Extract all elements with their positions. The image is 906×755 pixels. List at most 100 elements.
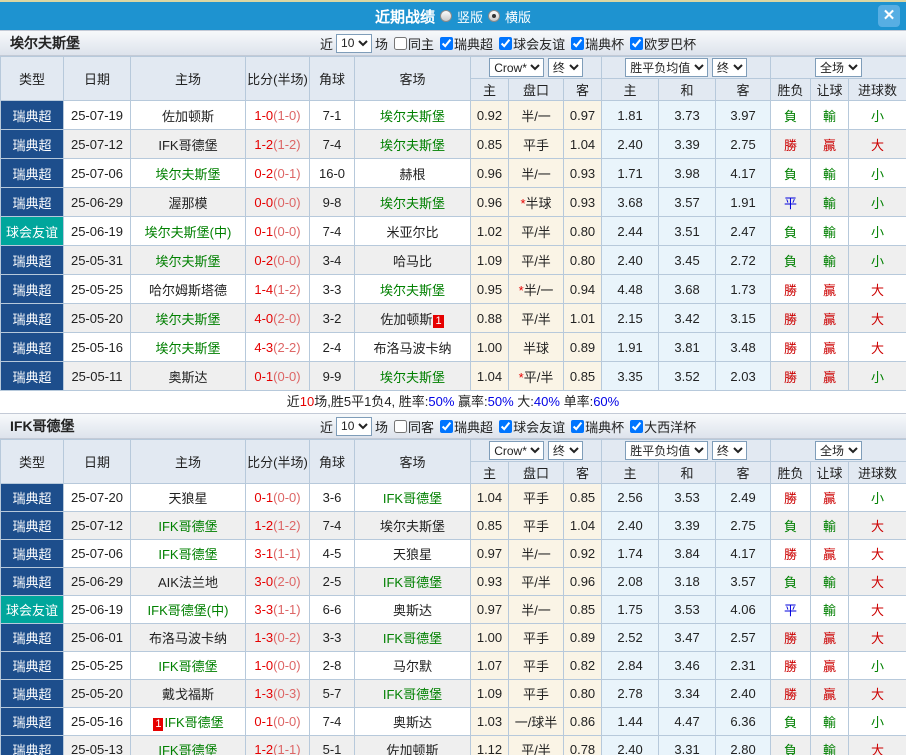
result-wdl-cell: 負 (770, 511, 812, 540)
summary-segment: 60% (593, 394, 620, 409)
avg-source-select[interactable]: 胜平负均值 (625, 58, 709, 77)
scope-select[interactable]: 全场 (815, 58, 863, 77)
odds-away-cell: 0.97 (562, 100, 603, 130)
odds-home-cell: 1.07 (470, 651, 509, 680)
avg-home-cell: 2.08 (601, 567, 660, 596)
section-team-name: 埃尔夫斯堡 (10, 35, 80, 51)
score-cell: 1-3(0-2) (245, 623, 310, 652)
avg-draw-cell: 3.39 (658, 129, 717, 159)
same-venue-checkbox[interactable] (394, 36, 408, 50)
score-cell: 0-1(0-0) (245, 216, 310, 246)
league-filter-checkbox[interactable] (440, 419, 454, 433)
away-team-cell: 马尔默 (354, 651, 471, 680)
col-score: 比分(半场) (245, 439, 310, 484)
result-goals-cell: 小 (848, 100, 906, 130)
home-team-cell: 渥那模 (130, 187, 246, 217)
date-cell: 25-05-11 (63, 361, 131, 391)
scope-group-header: 全场 (770, 56, 906, 79)
team-name: 埃尔夫斯堡 (379, 108, 445, 124)
odds-away-cell: 0.92 (562, 539, 603, 568)
league-cell: 瑞典超 (0, 735, 64, 755)
layout-vertical-label[interactable]: 竖版 (457, 7, 483, 26)
col-away: 客场 (354, 439, 471, 484)
match-row: 瑞典超 25-07-06 IFK哥德堡 3-1(1-1) 4-5 天狼星 0.97 半/一 0.… (0, 539, 906, 568)
avg-final-select[interactable]: 终 (711, 441, 747, 460)
match-row: 瑞典超 25-05-25 IFK哥德堡 1-0(0-0) 2-8 马尔默 1.07 平手 0.8… (0, 651, 906, 680)
league-filter-checkbox[interactable] (499, 419, 513, 433)
odds-final-select[interactable]: 终 (547, 58, 583, 77)
corner-cell: 9-8 (309, 187, 355, 217)
corner-cell: 3-3 (309, 623, 355, 652)
summary-segment: 赢率: (454, 394, 488, 409)
avg-home-cell: 1.74 (601, 539, 660, 568)
corner-cell: 7-1 (309, 100, 355, 130)
near-label: 近 (320, 36, 334, 52)
result-goals-cell: 大 (848, 539, 906, 568)
league-filter-checkbox[interactable] (630, 36, 644, 50)
handicap-line: 平/半 (523, 369, 554, 385)
odds-away-cell: 0.96 (562, 567, 603, 596)
col-type: 类型 (0, 56, 64, 101)
halftime-score: (1-2) (273, 518, 301, 533)
date-cell: 25-05-13 (63, 735, 131, 755)
league-filter-checkbox[interactable] (571, 419, 585, 433)
close-button[interactable]: ✕ (878, 5, 900, 27)
league-cell: 瑞典超 (0, 361, 64, 391)
odds-source-select[interactable]: Crow* (489, 58, 545, 77)
score-cell: 1-0(1-0) (245, 100, 310, 130)
near-label: 近 (320, 419, 334, 435)
away-team-cell: IFK哥德堡 (354, 623, 471, 652)
result-handicap-cell: 贏 (810, 274, 850, 304)
match-count-select[interactable]: 10 (336, 33, 373, 53)
fulltime-score: 1-2 (254, 742, 274, 755)
away-team-cell: 埃尔夫斯堡 (354, 187, 471, 217)
team-name: 布洛马波卡纳 (373, 340, 452, 356)
layout-horizontal-label[interactable]: 横版 (505, 7, 531, 26)
handicap-cell: *平/半 (508, 361, 564, 391)
league-filter-checkbox[interactable] (499, 36, 513, 50)
result-wdl-cell: 勝 (770, 332, 812, 362)
team-name: 佐加顿斯 (386, 743, 439, 755)
match-row: 瑞典超 25-05-11 奥斯达 0-1(0-0) 9-9 埃尔夫斯堡 1.04 *平/半 0.… (0, 361, 906, 391)
avg-final-select[interactable]: 终 (711, 58, 747, 77)
league-filter-label: 球会友谊 (513, 36, 566, 52)
odds-home-cell: 1.02 (470, 216, 509, 246)
team-name: IFK哥德堡 (158, 519, 218, 534)
avg-home-cell: 1.71 (601, 158, 660, 188)
avg-away-cell: 4.17 (715, 158, 772, 188)
result-handicap-cell: 輸 (810, 707, 850, 736)
recent-results-dialog: 近期战绩 竖版 横版 ✕ 埃尔夫斯堡 近 10 场 同主 瑞典超 球会友谊 瑞典… (0, 0, 906, 755)
odds-away-cell: 0.94 (562, 274, 603, 304)
result-handicap-cell: 贏 (810, 361, 850, 391)
odds-source-select[interactable]: Crow* (489, 441, 545, 460)
league-filter-checkbox[interactable] (630, 419, 644, 433)
fulltime-score: 0-0 (254, 194, 274, 210)
odds-home-cell: 1.04 (470, 483, 509, 512)
team-name: IFK哥德堡 (382, 491, 443, 506)
odds-final-select[interactable]: 终 (547, 441, 583, 460)
league-cell: 球会友谊 (0, 216, 64, 246)
league-filter-checkbox[interactable] (571, 36, 585, 50)
handicap-line: 半球 (525, 195, 552, 211)
league-filter-checkbox[interactable] (440, 36, 454, 50)
result-wdl-cell: 勝 (770, 361, 812, 391)
same-venue-checkbox[interactable] (394, 419, 408, 433)
layout-vertical-radio[interactable] (439, 10, 452, 22)
halftime-score: (0-0) (273, 714, 301, 729)
avg-away-cell: 2.72 (715, 245, 772, 275)
avg-away-cell: 2.75 (715, 511, 772, 540)
odds-away-cell: 0.89 (562, 623, 603, 652)
league-cell: 球会友谊 (0, 595, 64, 624)
handicap-line: 平手 (522, 631, 549, 646)
result-handicap-cell: 贏 (810, 303, 850, 333)
handicap-line: 平手 (522, 659, 549, 674)
avg-source-select[interactable]: 胜平负均值 (625, 441, 709, 460)
scope-select[interactable]: 全场 (815, 441, 863, 460)
match-count-select[interactable]: 10 (336, 416, 373, 436)
layout-horizontal-radio[interactable] (488, 10, 500, 22)
col-avg-home: 主 (601, 461, 660, 484)
date-cell: 25-05-20 (63, 303, 131, 333)
team-name: AIK法兰地 (158, 575, 218, 590)
avg-away-cell: 2.47 (715, 216, 772, 246)
score-cell: 0-2(0-0) (245, 245, 310, 275)
